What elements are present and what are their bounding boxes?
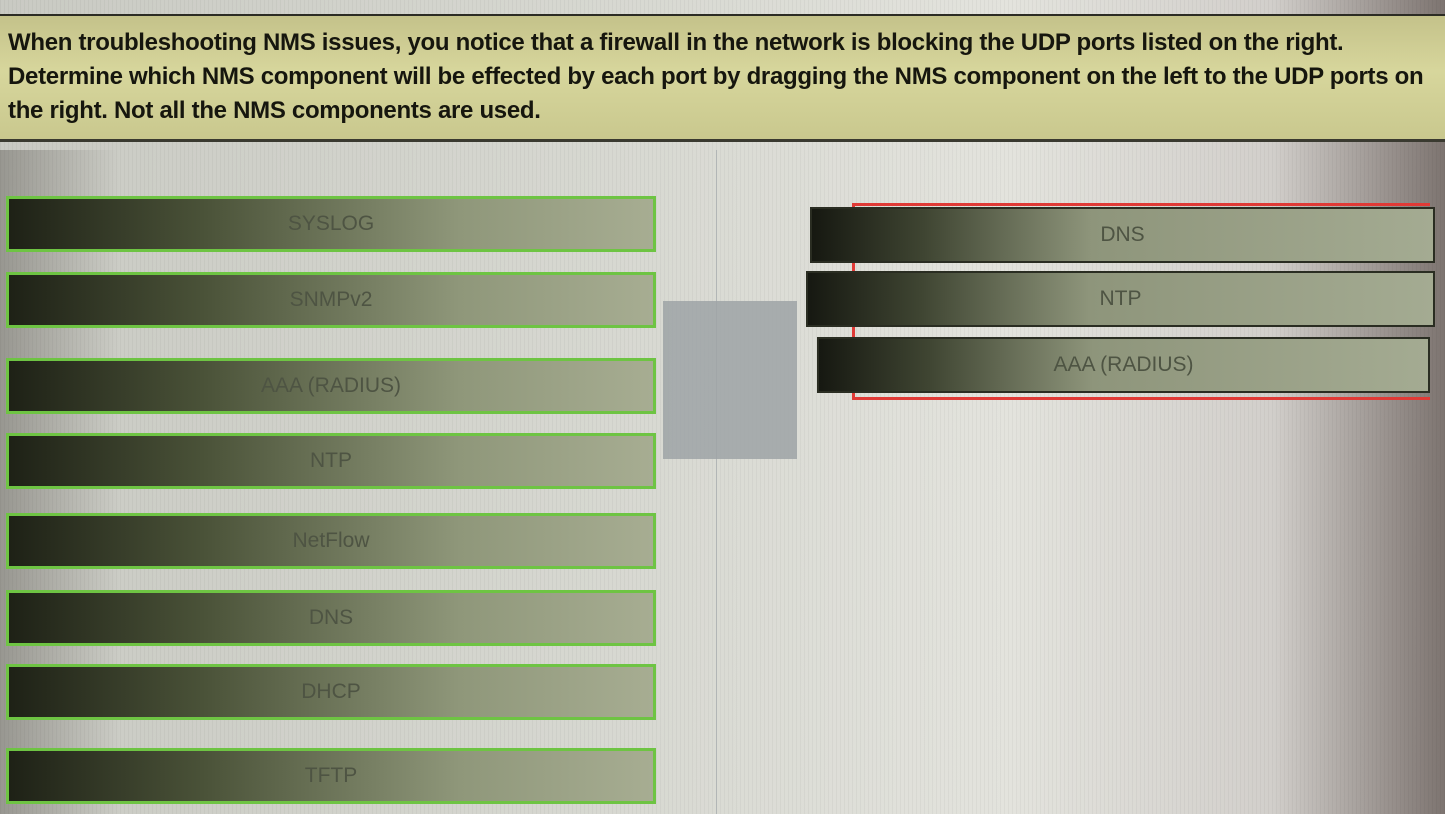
column-divider	[716, 150, 717, 814]
target-item-aaa-radius[interactable]: AAA (RADIUS)	[817, 337, 1430, 393]
target-item-label: AAA (RADIUS)	[1053, 353, 1194, 376]
drag-placeholder	[663, 301, 797, 459]
source-item-dns[interactable]: DNS	[6, 590, 656, 646]
instruction-banner: When troubleshooting NMS issues, you not…	[0, 14, 1445, 142]
source-item-label: DHCP	[301, 680, 361, 703]
source-item-aaa-radius[interactable]: AAA (RADIUS)	[6, 358, 656, 414]
target-item-label: DNS	[1100, 223, 1145, 246]
source-item-label: NetFlow	[292, 529, 370, 552]
source-item-tftp[interactable]: TFTP	[6, 748, 656, 804]
source-item-ntp[interactable]: NTP	[6, 433, 656, 489]
instruction-text: When troubleshooting NMS issues, you not…	[8, 29, 1424, 124]
source-item-label: SYSLOG	[287, 212, 375, 235]
source-item-netflow[interactable]: NetFlow	[6, 513, 656, 569]
source-item-label: TFTP	[304, 764, 358, 787]
source-item-label: AAA (RADIUS)	[260, 374, 402, 397]
source-item-label: NTP	[310, 449, 352, 472]
target-item-ntp[interactable]: NTP	[806, 271, 1435, 327]
source-item-syslog[interactable]: SYSLOG	[6, 196, 656, 252]
target-item-label: NTP	[1099, 287, 1142, 310]
source-item-snmpv2[interactable]: SNMPv2	[6, 272, 656, 328]
target-item-dns[interactable]: DNS	[810, 207, 1435, 263]
source-item-label: SNMPv2	[289, 288, 373, 311]
source-item-label: DNS	[308, 606, 354, 629]
source-item-dhcp[interactable]: DHCP	[6, 664, 656, 720]
